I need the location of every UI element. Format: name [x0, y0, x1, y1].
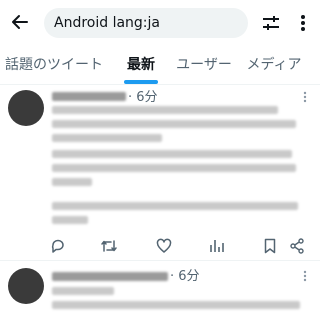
- like-button[interactable]: [153, 235, 175, 257]
- tab-media[interactable]: メディア: [244, 44, 304, 84]
- reply-button[interactable]: [47, 235, 69, 257]
- back-button[interactable]: [6, 8, 34, 36]
- tab-label: メディア: [246, 57, 302, 73]
- more-vertical-icon: [301, 15, 305, 31]
- bookmark-icon: [264, 238, 276, 254]
- more-vertical-icon: [303, 91, 307, 103]
- bookmark-button[interactable]: [259, 235, 281, 257]
- tab-latest[interactable]: 最新: [118, 44, 164, 84]
- retweet-button[interactable]: [98, 235, 120, 257]
- tweet-more-button[interactable]: [300, 90, 310, 104]
- blurred-username[interactable]: [52, 272, 168, 281]
- blurred-text-line: [52, 287, 114, 295]
- heart-icon: [156, 238, 172, 253]
- tab-top-tweets[interactable]: 話題のツイート: [5, 44, 103, 84]
- reply-icon: [51, 239, 64, 253]
- arrow-left-icon: [12, 15, 28, 29]
- sliders-icon: [263, 16, 279, 30]
- avatar[interactable]: [8, 268, 44, 304]
- blurred-text-line: [52, 120, 296, 128]
- blurred-text-line: [52, 301, 300, 309]
- blurred-text-line: [52, 216, 88, 224]
- tweet-item[interactable]: · 6分: [0, 261, 320, 320]
- blurred-username[interactable]: [52, 92, 126, 101]
- tab-label: ユーザー: [176, 57, 232, 73]
- blurred-text-line: [52, 164, 296, 172]
- search-tabs: 話題のツイート 最新 ユーザー メディア: [0, 44, 320, 85]
- views-button[interactable]: [205, 235, 227, 257]
- blurred-text-line: [52, 106, 278, 114]
- tweet-time[interactable]: · 6分: [128, 86, 158, 105]
- blurred-text-line: [52, 178, 92, 186]
- top-bar: Android lang:ja: [0, 0, 320, 44]
- blurred-text-line: [52, 150, 292, 158]
- tweet-more-button[interactable]: [300, 269, 310, 283]
- filter-button[interactable]: [258, 10, 284, 36]
- avatar[interactable]: [8, 90, 44, 126]
- search-query: Android lang:ja: [54, 15, 160, 31]
- tweet-time[interactable]: · 6分: [170, 265, 200, 284]
- blurred-text-line: [52, 202, 298, 210]
- tab-users[interactable]: ユーザー: [174, 44, 234, 84]
- share-button[interactable]: [286, 235, 308, 257]
- tab-label: 最新: [127, 57, 155, 73]
- blurred-text-line: [52, 134, 162, 142]
- retweet-icon: [101, 240, 117, 252]
- share-icon: [290, 238, 304, 254]
- bar-chart-icon: [210, 240, 224, 252]
- tweet-item[interactable]: · 6分: [0, 84, 320, 261]
- tab-label: 話題のツイート: [5, 57, 103, 73]
- more-options-button[interactable]: [292, 10, 314, 36]
- tweet-actions: [0, 235, 320, 257]
- search-input[interactable]: Android lang:ja: [44, 8, 248, 38]
- more-vertical-icon: [303, 270, 307, 282]
